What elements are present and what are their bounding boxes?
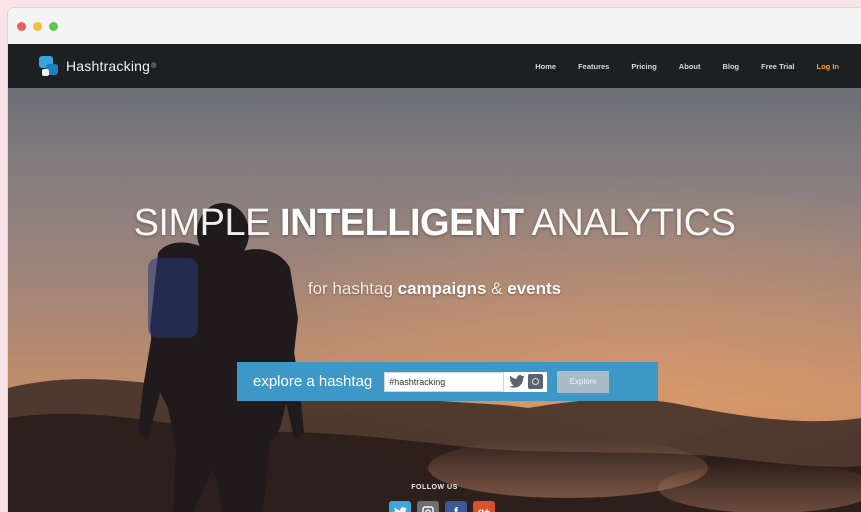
browser-window: Hashtracking ® Home Features Pricing Abo… <box>8 8 861 512</box>
explore-label: explore a hashtag <box>253 373 373 390</box>
twitter-icon[interactable] <box>389 501 411 512</box>
instagram-icon[interactable] <box>417 501 439 512</box>
source-toggle <box>504 371 548 392</box>
close-window-button[interactable] <box>17 22 26 31</box>
subtitle-events: events <box>507 279 562 298</box>
maximize-window-button[interactable] <box>49 22 58 31</box>
twitter-source-icon[interactable] <box>508 375 526 389</box>
explore-button[interactable]: Explore <box>557 370 610 393</box>
google-plus-icon[interactable]: g+ <box>473 501 495 512</box>
hashtag-input[interactable] <box>384 371 505 392</box>
nav-home[interactable]: Home <box>535 62 556 71</box>
instagram-source-icon[interactable] <box>528 374 544 389</box>
minimize-window-button[interactable] <box>33 22 42 31</box>
subtitle-and: & <box>486 279 508 298</box>
explore-hashtag-bar: explore a hashtag Explore <box>237 362 658 401</box>
headline-simple: SIMPLE <box>133 202 281 244</box>
hero-subtitle: for hashtag campaigns & events <box>8 279 861 299</box>
nav-features[interactable]: Features <box>578 62 609 71</box>
nav-about[interactable]: About <box>679 62 701 71</box>
social-icons: f g+ <box>389 501 501 512</box>
window-titlebar <box>8 8 861 44</box>
hero-headline: SIMPLE INTELLIGENT ANALYTICS <box>8 202 861 245</box>
nav-login[interactable]: Log In <box>817 62 840 71</box>
hero-section: SIMPLE INTELLIGENT ANALYTICS for hashtag… <box>8 88 861 512</box>
headline-analytics: ANALYTICS <box>523 202 736 244</box>
subtitle-campaigns: campaigns <box>397 279 487 298</box>
headline-intelligent: INTELLIGENT <box>280 202 524 244</box>
hero-background-image <box>8 88 861 512</box>
nav-links: Home Features Pricing About Blog Free Tr… <box>513 44 839 88</box>
subtitle-prefix: for hashtag <box>307 279 398 298</box>
follow-us-label: FOLLOW US <box>411 484 458 491</box>
site-logo[interactable]: Hashtracking ® <box>38 53 156 79</box>
nav-blog[interactable]: Blog <box>722 62 739 71</box>
site-navbar: Hashtracking ® Home Features Pricing Abo… <box>8 44 861 88</box>
nav-pricing[interactable]: Pricing <box>631 62 656 71</box>
facebook-icon[interactable]: f <box>445 501 467 512</box>
hashtracking-logo-icon <box>38 54 62 78</box>
nav-free-trial[interactable]: Free Trial <box>761 62 794 71</box>
registered-mark: ® <box>151 62 157 70</box>
logo-text: Hashtracking <box>66 58 151 74</box>
